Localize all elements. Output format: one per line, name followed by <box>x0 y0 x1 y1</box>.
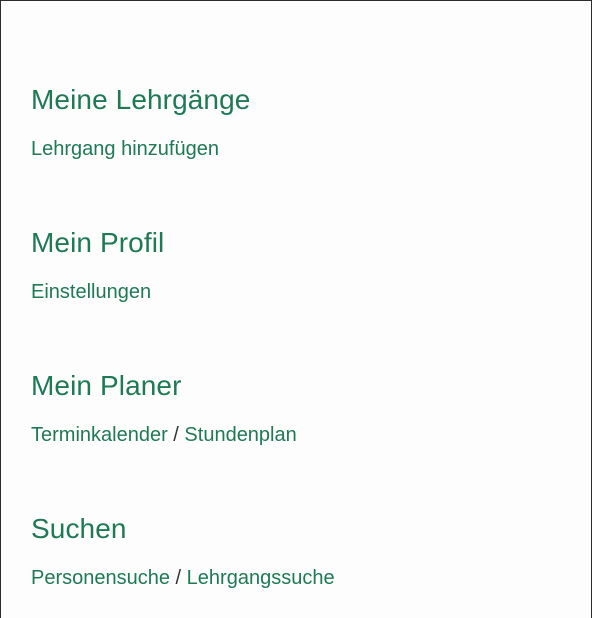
person-search-link[interactable]: Personensuche <box>31 567 170 589</box>
link-separator: / <box>175 567 187 589</box>
timetable-link[interactable]: Stundenplan <box>184 424 296 446</box>
section-my-planner: Mein Planer Terminkalender / Stundenplan <box>31 369 297 447</box>
add-course-link[interactable]: Lehrgang hinzufügen <box>31 138 219 160</box>
section-links-search: Personensuche / Lehrgangssuche <box>31 566 335 590</box>
course-search-link[interactable]: Lehrgangssuche <box>187 567 335 589</box>
section-my-courses: Meine Lehrgänge Lehrgang hinzufügen <box>31 83 250 161</box>
section-heading-search: Suchen <box>31 513 127 544</box>
section-heading-my-courses: Meine Lehrgänge <box>31 84 251 115</box>
section-links-my-planner: Terminkalender / Stundenplan <box>31 423 297 447</box>
section-links-my-courses: Lehrgang hinzufügen <box>31 137 250 161</box>
link-separator: / <box>173 424 185 446</box>
calendar-link[interactable]: Terminkalender <box>31 424 168 446</box>
section-links-my-profile: Einstellungen <box>31 280 164 304</box>
section-my-profile: Mein Profil Einstellungen <box>31 226 164 304</box>
section-heading-my-profile: Mein Profil <box>31 227 165 258</box>
section-heading-my-planner: Mein Planer <box>31 370 182 401</box>
settings-link[interactable]: Einstellungen <box>31 281 151 303</box>
menu-panel: Meine Lehrgänge Lehrgang hinzufügen Mein… <box>0 0 592 618</box>
section-search: Suchen Personensuche / Lehrgangssuche <box>31 512 335 590</box>
